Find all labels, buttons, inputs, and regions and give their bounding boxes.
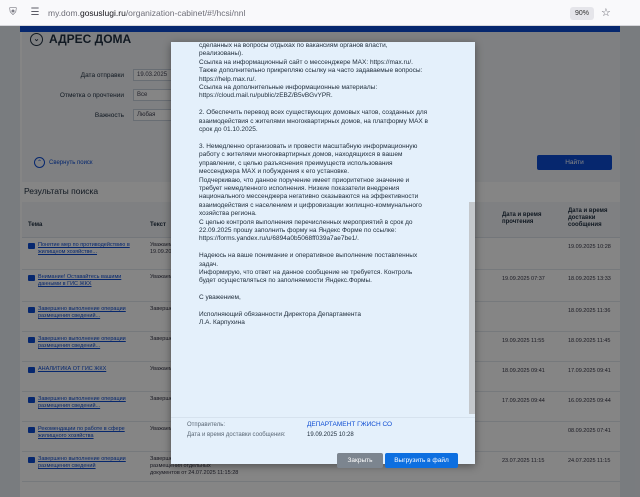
delivery-value: 19.09.2025 10:28 (307, 432, 354, 438)
address-bar[interactable]: my.dom.gosuslugi.ru/organization-cabinet… (48, 8, 245, 18)
url-path: /organization-cabinet/#!/hcsi/nnl (125, 7, 246, 18)
url-domain: gosuslugi.ru (79, 7, 126, 18)
close-button[interactable]: Закрыть (337, 453, 383, 468)
url-prefix: my.dom. (48, 7, 80, 18)
browser-toolbar: ⛨ ☰ my.dom.gosuslugi.ru/organization-cab… (0, 0, 640, 26)
scrollbar[interactable] (469, 202, 475, 414)
message-modal: сделанных на вопросы отдыхах по вакансия… (171, 42, 475, 468)
page: ⌄ АДРЕС ДОМА Дата отправки 19.03.2025 От… (0, 26, 640, 497)
download-button[interactable]: Выгрузить в файл (385, 453, 458, 468)
sender-label: Отправитель: (187, 422, 225, 428)
delivery-label: Дата и время доставки сообщения: (187, 432, 286, 438)
star-icon[interactable]: ☆ (601, 6, 611, 19)
message-body: сделанных на вопросы отдыхах по вакансия… (199, 42, 428, 327)
zoom-badge[interactable]: 90% (570, 7, 594, 20)
sender-link[interactable]: ДЕПАРТАМЕНТ ГЖИСН СО (307, 421, 392, 428)
shield-icon[interactable]: ⛨ (6, 6, 20, 20)
divider (171, 417, 475, 418)
settings-icon[interactable]: ☰ (28, 6, 42, 20)
